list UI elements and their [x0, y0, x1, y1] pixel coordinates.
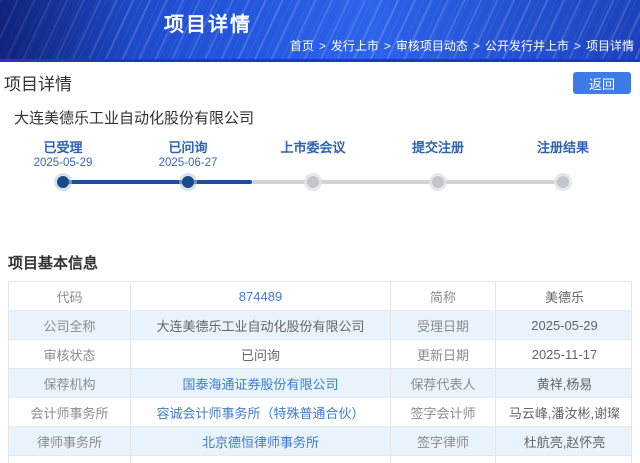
timeline-step-dot	[557, 176, 569, 188]
table-row: 审核状态已问询更新日期2025-11-17	[9, 340, 631, 369]
info-value: 马云峰,潘汝彬,谢璨	[496, 398, 633, 426]
timeline-step-label: 提交注册	[375, 140, 501, 156]
info-label: 审核状态	[9, 340, 131, 368]
banner-title: 项目详情	[164, 8, 252, 37]
section-title: 项目基本信息	[8, 256, 640, 272]
info-value: 2025-11-17	[496, 340, 633, 368]
basic-info-table: 代码874489简称美德乐公司全称大连美德乐工业自动化股份有限公司受理日期202…	[8, 281, 632, 463]
table-row: 会计师事务所容诚会计师事务所（特殊普通合伙）签字会计师马云峰,潘汝彬,谢璨	[9, 398, 631, 427]
info-value: 2025-05-29	[496, 311, 633, 339]
info-label: 会计师事务所	[9, 398, 131, 426]
info-value-link[interactable]: 北京德恒律师事务所	[131, 427, 391, 455]
breadcrumb-item[interactable]: 首页	[290, 39, 314, 53]
page-banner: 项目详情 首页 > 发行上市 > 审核项目动态 > 公开发行并上市 > 项目详情	[0, 0, 640, 62]
info-label: 公司全称	[9, 311, 131, 339]
breadcrumb: 首页 > 发行上市 > 审核项目动态 > 公开发行并上市 > 项目详情	[290, 37, 634, 54]
timeline-step-dot	[432, 176, 444, 188]
company-name: 大连美德乐工业自动化股份有限公司	[14, 107, 640, 128]
info-value: 美德乐	[496, 282, 633, 310]
info-label: 保荐机构	[9, 369, 131, 397]
timeline-step: 已受理2025-05-29	[0, 140, 126, 170]
breadcrumb-separator: >	[319, 39, 326, 53]
breadcrumb-separator: >	[473, 39, 480, 53]
info-label: 签字律师	[391, 427, 496, 455]
timeline-step-date	[500, 156, 626, 170]
page-header: 项目详情 返回	[0, 70, 640, 96]
info-value-link[interactable]: 874489	[131, 282, 391, 310]
info-label: 律师事务所	[9, 427, 131, 455]
timeline: 已受理2025-05-29已问询2025-06-27上市委会议提交注册注册结果	[0, 140, 640, 218]
breadcrumb-item[interactable]: 公开发行并上市	[485, 39, 569, 53]
timeline-step-label: 上市委会议	[250, 140, 376, 156]
info-value: 黄祥,杨易	[496, 369, 633, 397]
info-label: 签字评估师	[391, 456, 496, 463]
table-row: 代码874489简称美德乐	[9, 282, 631, 311]
table-row: 保荐机构国泰海通证券股份有限公司保荐代表人黄祥,杨易	[9, 369, 631, 398]
breadcrumb-item[interactable]: 审核项目动态	[396, 39, 468, 53]
info-value-link[interactable]: 容诚会计师事务所（特殊普通合伙）	[131, 398, 391, 426]
back-button[interactable]: 返回	[573, 72, 631, 94]
breadcrumb-separator: >	[574, 39, 581, 53]
info-label: 评估机构	[9, 456, 131, 463]
timeline-step-label: 已问询	[125, 140, 251, 156]
timeline-step-dot	[57, 176, 69, 188]
timeline-step: 注册结果	[500, 140, 626, 170]
timeline-step-date: 2025-06-27	[125, 156, 251, 170]
info-label: 受理日期	[391, 311, 496, 339]
timeline-step-date: 2025-05-29	[0, 156, 126, 170]
info-label: 简称	[391, 282, 496, 310]
timeline-step-dot	[182, 176, 194, 188]
timeline-step: 提交注册	[375, 140, 501, 170]
breadcrumb-separator: >	[384, 39, 391, 53]
timeline-step-label: 已受理	[0, 140, 126, 156]
info-value: 杜航亮,赵怀亮	[496, 427, 633, 455]
info-value	[496, 456, 633, 463]
info-label: 签字会计师	[391, 398, 496, 426]
info-value	[131, 456, 391, 463]
timeline-step-date	[250, 156, 376, 170]
table-row: 公司全称大连美德乐工业自动化股份有限公司受理日期2025-05-29	[9, 311, 631, 340]
info-value: 已问询	[131, 340, 391, 368]
page-title: 项目详情	[4, 70, 72, 95]
timeline-step-dot	[307, 176, 319, 188]
info-label: 代码	[9, 282, 131, 310]
info-value-link[interactable]: 国泰海通证券股份有限公司	[131, 369, 391, 397]
timeline-track-active	[63, 180, 252, 184]
timeline-step: 上市委会议	[250, 140, 376, 170]
breadcrumb-item[interactable]: 发行上市	[331, 39, 379, 53]
breadcrumb-item[interactable]: 项目详情	[586, 39, 634, 53]
table-row: 律师事务所北京德恒律师事务所签字律师杜航亮,赵怀亮	[9, 427, 631, 456]
timeline-step: 已问询2025-06-27	[125, 140, 251, 170]
info-label: 保荐代表人	[391, 369, 496, 397]
table-row: 评估机构 签字评估师	[9, 456, 631, 463]
timeline-step-date	[375, 156, 501, 170]
info-label: 更新日期	[391, 340, 496, 368]
info-value: 大连美德乐工业自动化股份有限公司	[131, 311, 391, 339]
timeline-step-label: 注册结果	[500, 140, 626, 156]
